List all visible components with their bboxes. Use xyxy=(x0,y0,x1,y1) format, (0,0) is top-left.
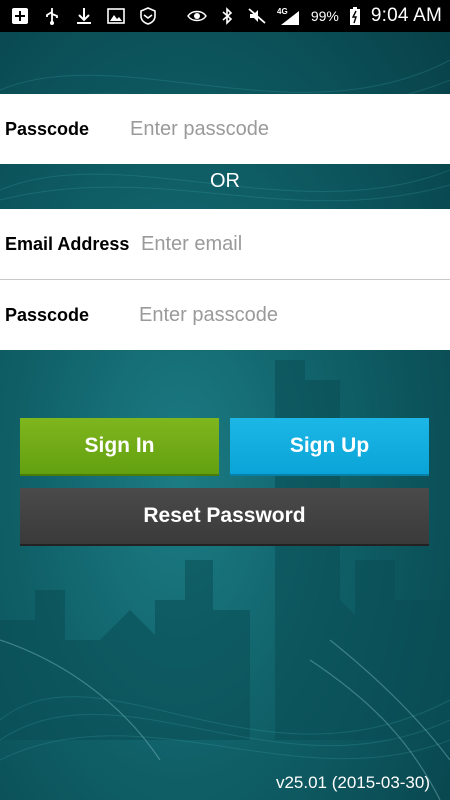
passcode-row: Passcode xyxy=(0,280,450,350)
signal-4g-icon: 4G xyxy=(277,6,301,26)
email-row: Email Address xyxy=(0,209,450,279)
battery-icon xyxy=(349,6,361,26)
or-separator: OR xyxy=(210,170,240,192)
plus-box-icon xyxy=(10,6,30,26)
email-label: Email Address xyxy=(5,233,130,254)
passcode-only-row: Passcode xyxy=(0,94,450,164)
passcode-only-label: Passcode xyxy=(5,118,90,139)
shield-icon xyxy=(138,6,158,26)
mute-icon xyxy=(247,6,267,26)
download-icon xyxy=(74,6,94,26)
eye-icon xyxy=(186,6,207,26)
passcode-field[interactable] xyxy=(139,303,429,327)
image-icon xyxy=(106,6,126,26)
email-field[interactable] xyxy=(141,232,431,256)
status-clock: 9:04 AM xyxy=(370,5,442,26)
svg-text:4G: 4G xyxy=(277,7,288,16)
battery-percentage: 99% xyxy=(310,8,339,24)
version-label: v25.01 (2015-03-30) xyxy=(275,773,430,792)
status-bar: 4G 99% 9:04 AM xyxy=(0,0,450,32)
login-screen: 4G 99% 9:04 AM Passcode OR Email Address… xyxy=(0,0,450,800)
usb-icon xyxy=(42,6,62,26)
bluetooth-icon xyxy=(217,6,237,26)
passcode-label: Passcode xyxy=(5,304,90,325)
reset-password-button[interactable]: Reset Password xyxy=(20,488,429,546)
passcode-only-input[interactable] xyxy=(130,117,430,141)
sign-in-button[interactable]: Sign In xyxy=(20,418,219,476)
sign-up-button[interactable]: Sign Up xyxy=(230,418,429,476)
